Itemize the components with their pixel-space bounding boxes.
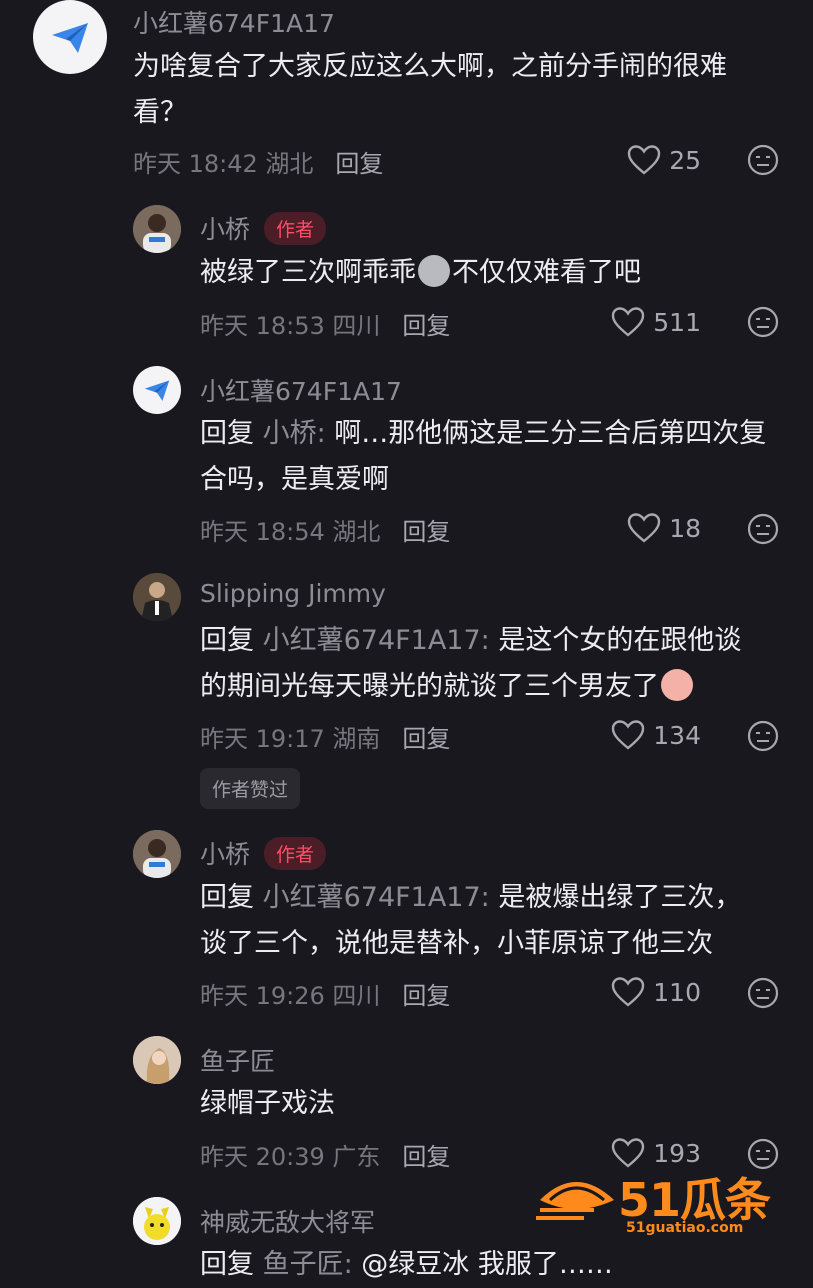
username[interactable]: 小红薯674F1A17 xyxy=(200,372,402,408)
timestamp-location: 昨天 18:53 四川 xyxy=(200,312,381,340)
timestamp-location: 昨天 19:17 湖南 xyxy=(200,725,381,753)
user-avatar[interactable] xyxy=(133,366,181,414)
like-button[interactable]: 110 xyxy=(611,976,701,1008)
dislike-face-icon[interactable] xyxy=(747,306,779,338)
reply-button[interactable]: 回复 xyxy=(335,144,383,179)
comment-meta: 昨天 20:39 广东 回复 xyxy=(200,1137,450,1172)
watermark-logo: 51瓜条 51guatiao.com xyxy=(534,1158,784,1238)
username-row: 小桥 作者 xyxy=(200,210,327,246)
watermelon-logo-icon xyxy=(536,1182,614,1220)
username[interactable]: 鱼子匠 xyxy=(200,1042,275,1078)
comment-text: 为啥复合了大家反应这么大啊，之前分手闹的很难看？ xyxy=(133,51,727,128)
comment-meta: 昨天 19:26 四川 回复 xyxy=(200,976,450,1011)
heart-icon xyxy=(627,145,661,175)
crying-emoji-icon xyxy=(661,669,693,701)
heart-icon xyxy=(612,307,645,337)
reply-button[interactable]: 回复 xyxy=(402,719,450,754)
username[interactable]: 小红薯674F1A17 xyxy=(133,4,335,40)
reply-button[interactable]: 回复 xyxy=(402,512,450,547)
heart-icon xyxy=(627,513,661,543)
author-badge: 作者 xyxy=(264,211,327,245)
dislike-face-icon[interactable] xyxy=(747,513,779,545)
reply-target-user[interactable]: 小红薯674F1A17: xyxy=(263,625,490,656)
user-avatar[interactable] xyxy=(133,1036,181,1084)
timestamp-location: 昨天 20:39 广东 xyxy=(200,1143,381,1171)
author-badge: 作者 xyxy=(264,836,327,870)
person-photo-icon xyxy=(133,1036,181,1084)
reply-button[interactable]: 回复 xyxy=(402,976,450,1011)
watermark-url: 51guatiao.com xyxy=(626,1220,744,1236)
comment-meta: 昨天 18:54 湖北 回复 xyxy=(200,512,450,547)
comment-text: 回复 鱼子匠: @绿豆冰 我服了…… xyxy=(200,1242,760,1288)
like-count: 110 xyxy=(653,977,701,1007)
reply-prefix: 回复 xyxy=(200,1249,254,1280)
reply-prefix: 回复 xyxy=(200,625,254,656)
username[interactable]: Slipping Jimmy xyxy=(200,579,386,608)
like-count: 25 xyxy=(669,145,701,175)
reply-target-user[interactable]: 小桥: xyxy=(263,418,326,449)
dislike-face-icon[interactable] xyxy=(747,977,779,1009)
like-button[interactable]: 25 xyxy=(627,144,701,176)
comment-meta: 昨天 19:17 湖南 回复 xyxy=(200,719,450,754)
like-button[interactable]: 18 xyxy=(627,512,701,544)
comment-body: @绿豆冰 我服了…… xyxy=(361,1249,613,1280)
liked-by-author-badge: 作者赞过 xyxy=(200,768,301,809)
comment-meta: 昨天 18:42 湖北 回复 xyxy=(133,144,383,179)
comment-text: 回复 小红薯674F1A17: 是被爆出绿了三次，谈了三个，说他是替补，小菲原谅… xyxy=(200,875,760,967)
comment-text: 被绿了三次啊乖乖 不仅仅难看了吧 xyxy=(200,250,780,296)
like-count: 18 xyxy=(669,513,701,543)
person-photo-icon xyxy=(133,573,181,621)
reply-prefix: 回复 xyxy=(200,882,254,913)
username-row: 小桥 作者 xyxy=(200,835,327,871)
reply-button[interactable]: 回复 xyxy=(402,306,450,341)
user-avatar[interactable] xyxy=(133,205,181,253)
timestamp-location: 昨天 18:54 湖北 xyxy=(200,518,381,546)
dislike-face-icon[interactable] xyxy=(747,144,779,176)
user-avatar[interactable] xyxy=(133,1197,181,1245)
cartoon-character-icon xyxy=(133,1197,181,1245)
heart-icon xyxy=(612,977,645,1007)
comment-text: 绿帽子戏法 xyxy=(200,1088,335,1119)
reply-target-user[interactable]: 小红薯674F1A17: xyxy=(263,882,490,913)
comment-text: 回复 小红薯674F1A17: 是这个女的在跟他谈的期间光每天曝光的就谈了三个男… xyxy=(200,618,760,710)
user-avatar[interactable] xyxy=(133,573,181,621)
like-count: 134 xyxy=(653,720,701,750)
person-photo-icon xyxy=(133,830,181,878)
comment-meta: 昨天 18:53 四川 回复 xyxy=(200,306,450,341)
heart-icon xyxy=(612,720,645,750)
comment-text-part: 被绿了三次啊乖乖 xyxy=(200,257,416,288)
username[interactable]: 小桥 xyxy=(200,835,250,871)
sweat-emoji-icon xyxy=(418,255,450,287)
paper-plane-icon xyxy=(144,380,170,401)
like-button[interactable]: 511 xyxy=(611,306,701,338)
timestamp-location: 昨天 18:42 湖北 xyxy=(133,150,314,178)
like-count: 511 xyxy=(653,307,701,337)
reply-prefix: 回复 xyxy=(200,418,254,449)
comment-text-part: 不仅仅难看了吧 xyxy=(452,257,641,288)
comment-text: 回复 小桥: 啊…那他俩这是三分三合后第四次复合吗，是真爱啊 xyxy=(200,411,780,503)
like-button[interactable]: 134 xyxy=(611,719,701,751)
reply-target-user[interactable]: 鱼子匠: xyxy=(263,1249,353,1280)
username[interactable]: 小桥 xyxy=(200,210,250,246)
user-avatar[interactable] xyxy=(33,0,107,74)
paper-plane-icon xyxy=(52,23,88,53)
reply-button[interactable]: 回复 xyxy=(402,1137,450,1172)
dislike-face-icon[interactable] xyxy=(747,720,779,752)
username[interactable]: 神威无敌大将军 xyxy=(200,1203,375,1239)
person-photo-icon xyxy=(133,205,181,253)
user-avatar[interactable] xyxy=(133,830,181,878)
timestamp-location: 昨天 19:26 四川 xyxy=(200,982,381,1010)
